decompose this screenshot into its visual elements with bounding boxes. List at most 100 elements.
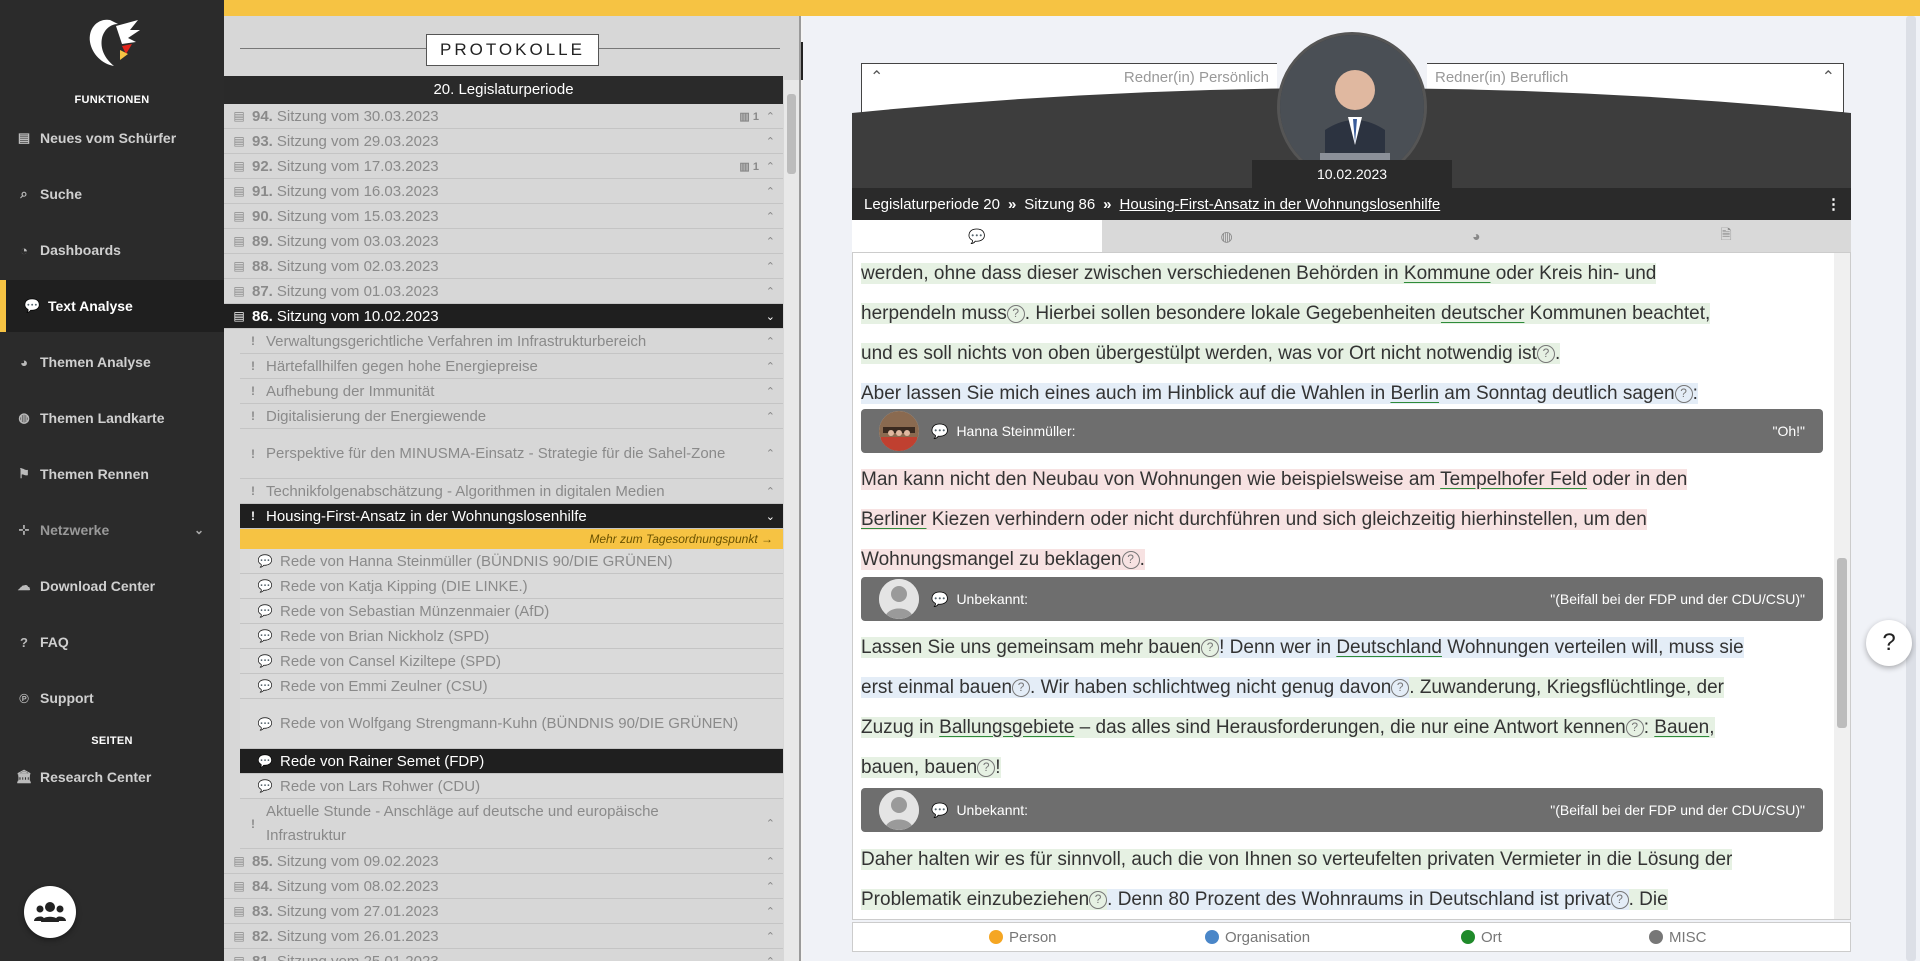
chevron-up-icon[interactable]: ⌃: [766, 235, 775, 248]
sentence-info-icon[interactable]: ?: [1012, 679, 1031, 697]
sentence-info-icon[interactable]: ?: [1625, 719, 1644, 737]
speech-item[interactable]: 💬 Rede von Hanna Steinmüller (BÜNDNIS 90/…: [240, 549, 783, 574]
sentence-info-icon[interactable]: ?: [1201, 639, 1220, 657]
entity-misc[interactable]: deutscher: [1441, 303, 1524, 324]
text-scrollbar-thumb[interactable]: [1837, 558, 1847, 728]
chevron-up-icon[interactable]: ⌃: [766, 930, 775, 943]
sentence-info-icon[interactable]: ?: [1391, 679, 1410, 697]
chevron-up-icon[interactable]: ⌃: [766, 880, 775, 893]
agenda-item[interactable]: ! Härtefallhilfen gegen hohe Energiepreis…: [240, 354, 783, 379]
chevron-up-icon[interactable]: ⌃: [766, 447, 775, 460]
chevron-up-icon[interactable]: ⌃: [766, 410, 775, 423]
session-item-selected[interactable]: ▤ 86. Sitzung vom 10.02.2023 ⌄: [224, 304, 783, 329]
legend-item-ort[interactable]: Ort: [1461, 929, 1502, 946]
chevron-up-icon[interactable]: ⌃: [766, 385, 775, 398]
speech-item[interactable]: 💬 Rede von Wolfgang Strengmann-Kuhn (BÜND…: [240, 699, 783, 749]
chevron-down-icon[interactable]: ⌄: [766, 310, 775, 323]
session-item[interactable]: ▤ 88. Sitzung vom 02.03.2023 ⌃: [224, 254, 783, 279]
agenda-item[interactable]: ! Aktuelle Stunde - Anschläge auf deutsch…: [240, 799, 783, 849]
tab-map[interactable]: ◍: [1102, 220, 1352, 252]
session-item[interactable]: ▤ 84. Sitzung vom 08.02.2023 ⌃: [224, 874, 783, 899]
more-options-icon[interactable]: ⋮: [1826, 195, 1841, 213]
chevron-up-icon[interactable]: ⌃: [766, 210, 775, 223]
entity-location[interactable]: Deutschland: [1336, 637, 1442, 658]
interjection[interactable]: 💬 Unbekannt: "(Beifall bei der FDP und d…: [861, 788, 1823, 832]
legislature-period-header[interactable]: 20. Legislaturperiode: [224, 76, 783, 104]
sentence-info-icon[interactable]: ?: [1610, 891, 1629, 909]
speech-item[interactable]: 💬 Rede von Cansel Kiziltepe (SPD): [240, 649, 783, 674]
session-item[interactable]: ▤ 91. Sitzung vom 16.03.2023 ⌃: [224, 179, 783, 204]
entity-location[interactable]: Tempelhofer Feld: [1440, 469, 1587, 490]
session-item[interactable]: ▤ 94. Sitzung vom 30.03.2023 ▥ 1 ⌃: [224, 104, 783, 129]
sentence-info-icon[interactable]: ?: [1006, 305, 1025, 323]
nav-themen-analyse[interactable]: ◕ Themen Analyse: [0, 336, 224, 388]
nav-neues-vom-schuerfer[interactable]: ▤ Neues vom Schürfer: [0, 112, 224, 164]
sentence-info-icon[interactable]: ?: [977, 759, 996, 777]
session-item[interactable]: ▤ 81.Sitzung vom 25.01.2023 ⌃: [224, 949, 783, 961]
chevron-up-icon[interactable]: ⌃: [766, 185, 775, 198]
legend-item-person[interactable]: Person: [989, 929, 1057, 946]
entity-misc[interactable]: Bauen: [1654, 717, 1709, 738]
more-agenda-link[interactable]: Mehr zum Tagesordnungspunkt →: [240, 529, 783, 549]
nav-support[interactable]: ℗ Support: [0, 672, 224, 724]
chevron-up-icon[interactable]: ⌃: [766, 260, 775, 273]
nav-themen-rennen[interactable]: ⚑ Themen Rennen: [0, 448, 224, 500]
interjection[interactable]: 💬 Unbekannt: "(Beifall bei der FDP und d…: [861, 577, 1823, 621]
sentence-info-icon[interactable]: ?: [1089, 891, 1108, 909]
agenda-item[interactable]: ! Perspektive für den MINUSMA-Einsatz - S…: [240, 429, 783, 479]
chevron-up-icon[interactable]: ⌃: [766, 955, 775, 961]
breadcrumb-session[interactable]: Sitzung 86: [1024, 196, 1095, 213]
session-item[interactable]: ▤ 85. Sitzung vom 09.02.2023 ⌃: [224, 849, 783, 874]
panel-scrollbar-thumb[interactable]: [787, 94, 796, 174]
nav-faq[interactable]: ? FAQ: [0, 616, 224, 668]
nav-download-center[interactable]: ☁ Download Center: [0, 560, 224, 612]
nav-research-center[interactable]: 🏛 Research Center: [0, 751, 224, 803]
session-item[interactable]: ▤ 90. Sitzung vom 15.03.2023 ⌃: [224, 204, 783, 229]
chevron-up-icon[interactable]: ⌃: [766, 135, 775, 148]
chevron-up-icon[interactable]: ⌃: [766, 335, 775, 348]
chevron-up-icon[interactable]: ⌃: [766, 855, 775, 868]
community-button[interactable]: [24, 886, 76, 938]
nav-suche[interactable]: ⌕ Suche: [0, 168, 224, 220]
breadcrumb-topic[interactable]: Housing-First-Ansatz in der Wohnungslose…: [1120, 196, 1441, 213]
session-item[interactable]: ▤ 82. Sitzung vom 26.01.2023 ⌃: [224, 924, 783, 949]
entity-location[interactable]: Ballungsgebiete: [939, 717, 1074, 738]
nav-text-analyse[interactable]: 💬 Text Analyse: [0, 280, 224, 332]
agenda-item[interactable]: ! Verwaltungsgerichtliche Verfahren im In…: [240, 329, 783, 354]
chevron-up-icon[interactable]: ⌃: [766, 360, 775, 373]
agenda-item[interactable]: ! Aufhebung der Immunität ⌃: [240, 379, 783, 404]
chevron-up-icon[interactable]: ⌃: [766, 905, 775, 918]
speech-item-selected[interactable]: 💬 Rede von Rainer Semet (FDP): [240, 749, 783, 774]
agenda-item[interactable]: ! Digitalisierung der Energiewende ⌃: [240, 404, 783, 429]
agenda-item[interactable]: ! Technikfolgenabschätzung - Algorithmen …: [240, 479, 783, 504]
entity-location[interactable]: Kommune: [1404, 263, 1491, 284]
tab-pdf[interactable]: 🗎: [1601, 220, 1851, 252]
nav-dashboards[interactable]: ◔ Dashboards: [0, 224, 224, 276]
speech-item[interactable]: 💬 Rede von Brian Nickholz (SPD): [240, 624, 783, 649]
speech-item[interactable]: 💬 Rede von Emmi Zeulner (CSU): [240, 674, 783, 699]
sentence-info-icon[interactable]: ?: [1674, 385, 1693, 403]
tab-speech-text[interactable]: 💬: [852, 220, 1102, 252]
session-item[interactable]: ▤ 89. Sitzung vom 03.03.2023 ⌃: [224, 229, 783, 254]
sentence-info-icon[interactable]: ?: [1121, 551, 1140, 569]
agenda-item-selected[interactable]: ! Housing-First-Ansatz in der Wohnungslos…: [240, 504, 783, 529]
speech-item[interactable]: 💬 Rede von Lars Rohwer (CDU): [240, 774, 783, 799]
chevron-up-icon[interactable]: ⌃: [766, 817, 775, 830]
entity-misc[interactable]: Berliner: [861, 509, 926, 530]
chevron-up-icon[interactable]: ⌃: [766, 160, 775, 173]
speech-item[interactable]: 💬 Rede von Sebastian Münzenmaier (AfD): [240, 599, 783, 624]
session-item[interactable]: ▤ 93. Sitzung vom 29.03.2023 ⌃: [224, 129, 783, 154]
session-item[interactable]: ▤ 92. Sitzung vom 17.03.2023 ▥ 1 ⌃: [224, 154, 783, 179]
session-item[interactable]: ▤ 87. Sitzung vom 01.03.2023 ⌃: [224, 279, 783, 304]
speech-item[interactable]: 💬 Rede von Katja Kipping (DIE LINKE.): [240, 574, 783, 599]
chevron-down-icon[interactable]: ⌄: [766, 510, 775, 523]
legend-item-misc[interactable]: MISC: [1649, 929, 1707, 946]
session-item[interactable]: ▤ 83. Sitzung vom 27.01.2023 ⌃: [224, 899, 783, 924]
sentence-info-icon[interactable]: ?: [1536, 345, 1555, 363]
nav-themen-landkarte[interactable]: ◍ Themen Landkarte: [0, 392, 224, 444]
breadcrumb-period[interactable]: Legislaturperiode 20: [864, 196, 1000, 213]
chevron-up-icon[interactable]: ⌃: [766, 110, 775, 123]
chevron-up-icon[interactable]: ⌃: [766, 285, 775, 298]
panel-scrollbar[interactable]: [784, 80, 799, 961]
help-button[interactable]: ?: [1866, 620, 1912, 666]
